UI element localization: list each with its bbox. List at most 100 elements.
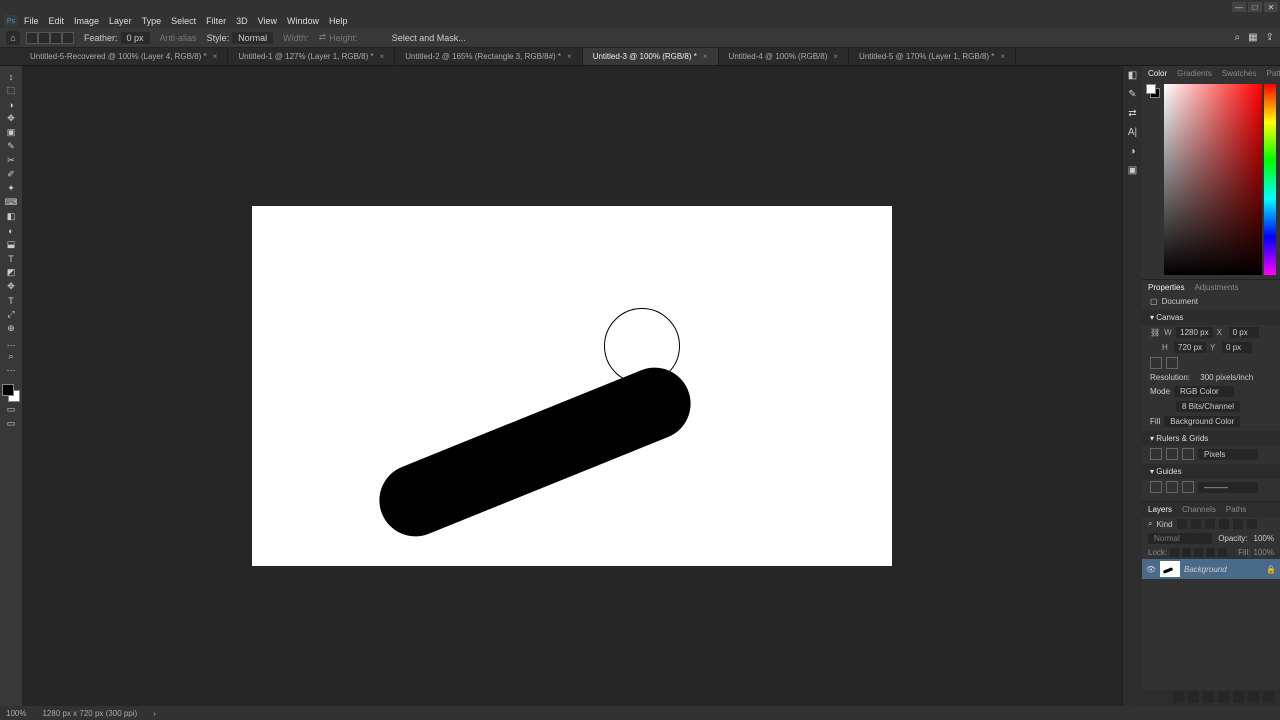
status-arrow-icon[interactable]: › (153, 709, 156, 718)
width-field[interactable]: 1280 px (1176, 327, 1212, 338)
orientation-icons[interactable] (1142, 355, 1280, 371)
healing-tool[interactable]: ✐ (2, 168, 20, 181)
edit-toolbar[interactable]: ⋯ (2, 364, 20, 377)
guide-preset-select[interactable]: ——— (1198, 482, 1258, 493)
filter-adjust-icon[interactable] (1191, 519, 1201, 529)
home-icon[interactable]: ⌂ (6, 31, 20, 45)
ruler-icons[interactable] (1150, 448, 1194, 460)
menu-3d[interactable]: 3D (236, 16, 248, 26)
guide-icons[interactable] (1150, 481, 1194, 493)
doc-tab-3[interactable]: Untitled-3 @ 100% (RGB/8) *× (583, 48, 719, 65)
frame-tool[interactable]: ✎ (2, 140, 20, 153)
pen-tool[interactable]: ✥ (2, 280, 20, 293)
menu-help[interactable]: Help (329, 16, 348, 26)
menu-window[interactable]: Window (287, 16, 319, 26)
panel-icon-5[interactable]: ▣ (1128, 165, 1137, 176)
color-picker-area[interactable] (1164, 84, 1262, 275)
link-layers-icon[interactable] (1173, 692, 1184, 703)
move-tool[interactable]: ↕ (2, 70, 20, 83)
doc-tab-0[interactable]: Untitled-5-Recovered @ 100% (Layer 4, RG… (20, 48, 228, 65)
close-icon[interactable]: × (213, 52, 218, 61)
tab-patterns[interactable]: Patterns (1267, 69, 1280, 78)
lock-all-icon[interactable] (1218, 548, 1227, 557)
lock-icon[interactable]: 🔒 (1266, 565, 1276, 574)
search-icon[interactable]: ⌕ (1235, 32, 1241, 43)
rulers-unit-select[interactable]: Pixels (1198, 449, 1258, 460)
panel-icon-2[interactable]: ⇄ (1128, 108, 1136, 119)
eyedropper-tool[interactable]: ✂ (2, 154, 20, 167)
window-minimize-button[interactable]: — (1232, 2, 1246, 12)
path-select-tool[interactable]: ⤢ (2, 308, 20, 321)
object-select-tool[interactable]: ✥ (2, 112, 20, 125)
menu-type[interactable]: Type (142, 16, 162, 26)
lasso-tool[interactable]: ◑ (2, 98, 20, 111)
filter-smart-icon[interactable] (1233, 519, 1243, 529)
menu-filter[interactable]: Filter (206, 16, 226, 26)
shape-tool[interactable]: ⊕ (2, 322, 20, 335)
marquee-tool[interactable]: ⬚ (2, 84, 20, 97)
group-icon[interactable] (1233, 692, 1244, 703)
color-swatches[interactable] (2, 384, 20, 402)
opacity-value[interactable]: 100% (1254, 534, 1274, 543)
x-field[interactable]: 0 px (1229, 327, 1259, 338)
menu-file[interactable]: File (24, 16, 39, 26)
doc-tab-4[interactable]: Untitled-4 @ 100% (RGB/8)× (719, 48, 850, 65)
search-icon[interactable]: ⌕ (1148, 519, 1152, 529)
mask-icon[interactable] (1203, 692, 1214, 703)
lock-artboard-icon[interactable] (1206, 548, 1215, 557)
blur-tool[interactable]: T (2, 252, 20, 265)
link-icon[interactable]: ⛓ (1150, 328, 1160, 337)
canvas-section-header[interactable]: ▾ Canvas (1142, 310, 1280, 325)
hand-tool[interactable]: … (2, 336, 20, 349)
lock-image-icon[interactable] (1182, 548, 1191, 557)
doc-tab-5[interactable]: Untitled-5 @ 170% (Layer 1, RGB/8) *× (849, 48, 1016, 65)
tab-channels[interactable]: Channels (1182, 505, 1216, 514)
brush-tool[interactable]: ✦ (2, 182, 20, 195)
share-icon[interactable]: ⇪ (1266, 32, 1274, 43)
close-icon[interactable]: × (703, 52, 708, 61)
tab-swatches[interactable]: Swatches (1222, 69, 1257, 78)
panel-icon-0[interactable]: ◧ (1128, 70, 1137, 81)
fill-opacity-value[interactable]: 100% (1254, 548, 1274, 557)
stamp-tool[interactable]: ⌨ (2, 196, 20, 209)
foreground-color-swatch[interactable] (2, 384, 14, 396)
height-field[interactable]: 720 px (1174, 342, 1206, 353)
delete-layer-icon[interactable] (1263, 692, 1274, 703)
adjustment-icon[interactable] (1218, 692, 1229, 703)
mode-select[interactable]: RGB Color (1174, 386, 1234, 397)
gradient-tool[interactable]: ⬓ (2, 238, 20, 251)
doc-tab-2[interactable]: Untitled-2 @ 165% (Rectangle 3, RGB/8#) … (395, 48, 582, 65)
history-brush-tool[interactable]: ◧ (2, 210, 20, 223)
tab-adjustments[interactable]: Adjustments (1194, 283, 1238, 292)
menu-image[interactable]: Image (74, 16, 99, 26)
canvas-area[interactable] (22, 66, 1122, 706)
document-canvas[interactable] (252, 206, 892, 566)
new-layer-icon[interactable] (1248, 692, 1259, 703)
layer-name[interactable]: Background (1184, 565, 1262, 574)
panel-icon-3[interactable]: A| (1128, 127, 1137, 138)
layer-background[interactable]: 👁 Background 🔒 (1142, 559, 1280, 579)
close-icon[interactable]: × (833, 52, 838, 61)
doc-tab-1[interactable]: Untitled-1 @ 127% (Layer 1, RGB/8) *× (228, 48, 395, 65)
quick-mask-tool[interactable]: ▭ (2, 403, 20, 416)
menu-select[interactable]: Select (171, 16, 196, 26)
crop-tool[interactable]: ▣ (2, 126, 20, 139)
layer-thumbnail[interactable] (1160, 561, 1180, 577)
document-info[interactable]: 1280 px x 720 px (300 ppi) (42, 709, 137, 718)
menu-view[interactable]: View (258, 16, 277, 26)
filter-type-icon[interactable] (1205, 519, 1215, 529)
fill-select[interactable]: Background Color (1164, 416, 1240, 427)
tab-properties[interactable]: Properties (1148, 283, 1184, 292)
panel-icon-4[interactable]: ◑ (1129, 146, 1135, 157)
filter-pixel-icon[interactable] (1177, 519, 1187, 529)
window-maximize-button[interactable]: □ (1248, 2, 1262, 12)
tab-paths[interactable]: Paths (1226, 505, 1246, 514)
dodge-tool[interactable]: ◩ (2, 266, 20, 279)
workspace-icon[interactable]: ▦ (1248, 32, 1257, 43)
zoom-tool[interactable]: ⌕ (2, 350, 20, 363)
selection-mode-buttons[interactable] (26, 32, 74, 44)
blend-mode-select[interactable]: Normal (1148, 533, 1212, 544)
depth-select[interactable]: 8 Bits/Channel (1176, 401, 1240, 412)
eraser-tool[interactable]: ◐ (2, 224, 20, 237)
tab-color[interactable]: Color (1148, 69, 1167, 78)
